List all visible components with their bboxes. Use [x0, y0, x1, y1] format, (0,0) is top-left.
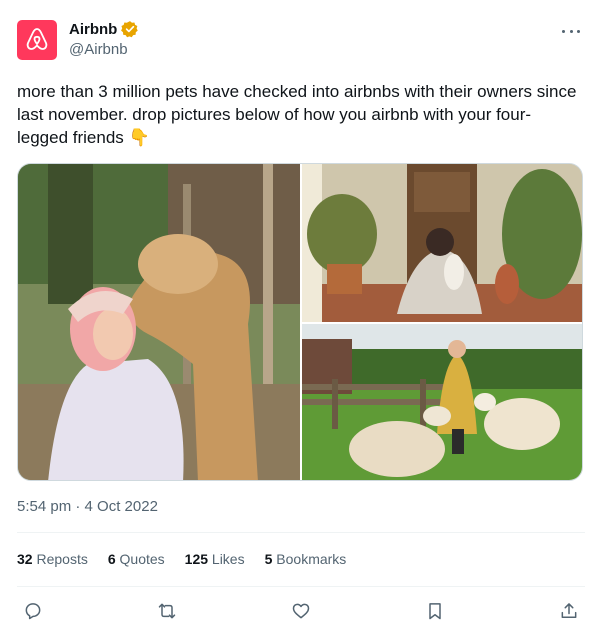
- tweet-timestamp[interactable]: 5:54 pm · 4 Oct 2022: [17, 498, 158, 515]
- airbnb-logo-icon: [26, 28, 48, 50]
- like-button[interactable]: [288, 598, 314, 624]
- bookmark-button[interactable]: [422, 598, 448, 624]
- share-button[interactable]: [556, 598, 582, 624]
- verified-badge-icon: [121, 21, 139, 38]
- reposts-stat[interactable]: 32 Reposts: [17, 551, 88, 567]
- photo-woman-kissing-alpaca[interactable]: [18, 164, 300, 480]
- divider: [17, 532, 585, 533]
- repost-icon: [158, 603, 176, 619]
- bookmark-icon: [429, 603, 441, 620]
- quotes-stat[interactable]: 6 Quotes: [108, 551, 165, 567]
- repost-button[interactable]: [154, 598, 180, 624]
- engagement-stats: 32 Reposts 6 Quotes 125 Likes 5 Bookmark…: [17, 551, 346, 567]
- photo-woman-with-sheep-in-field[interactable]: [302, 324, 582, 480]
- author-avatar[interactable]: [17, 20, 57, 60]
- share-icon: [561, 603, 577, 618]
- tweet-text: more than 3 million pets have checked in…: [17, 82, 577, 147]
- like-icon: [292, 603, 310, 619]
- divider: [17, 586, 585, 587]
- more-options-icon[interactable]: [562, 22, 580, 40]
- likes-stat[interactable]: 125 Likes: [185, 551, 245, 567]
- reply-icon: [25, 603, 41, 620]
- author-name[interactable]: Airbnb: [69, 21, 117, 38]
- media-grid: [17, 163, 583, 481]
- action-bar: [20, 598, 582, 624]
- author-handle[interactable]: @Airbnb: [69, 41, 128, 58]
- reply-button[interactable]: [20, 598, 46, 624]
- author-name-row[interactable]: Airbnb: [69, 20, 139, 38]
- photo-woman-with-dog-on-porch[interactable]: [302, 164, 582, 322]
- bookmarks-stat[interactable]: 5 Bookmarks: [265, 551, 347, 567]
